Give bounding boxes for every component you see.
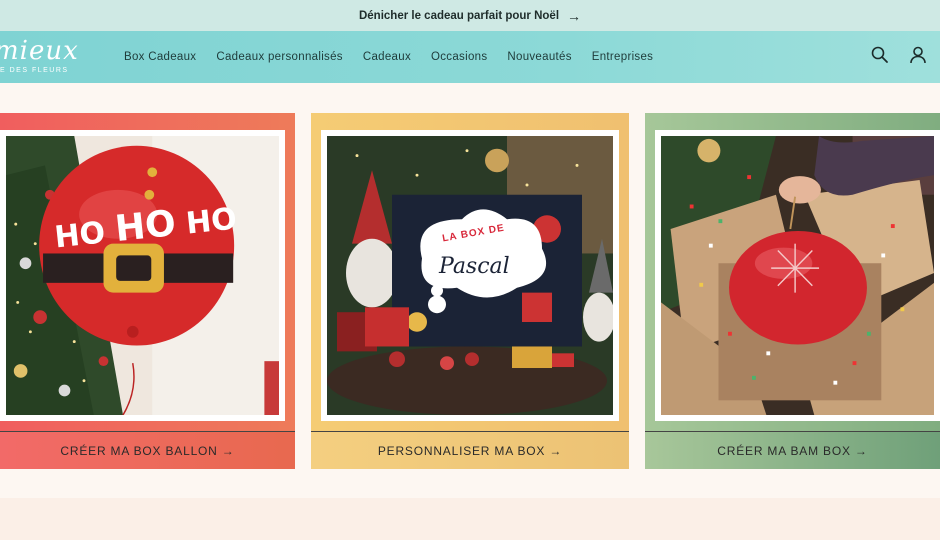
logo-tagline: E DES FLEURS	[0, 67, 69, 74]
card-frame: HO HO HO	[0, 113, 295, 431]
nav-item-nouveautes[interactable]: Nouveautés	[507, 51, 571, 63]
card-frame	[645, 113, 940, 431]
box-ballon-photo[interactable]: HO HO HO	[0, 130, 285, 421]
personnaliser-box-button[interactable]: PERSONNALISER MA BOX →	[311, 431, 629, 469]
main-navbar: mieux E DES FLEURS Box Cadeaux Cadeaux p…	[0, 31, 940, 83]
nav-item-cadeaux-personnalises[interactable]: Cadeaux personnalisés	[216, 51, 343, 63]
creer-bam-box-button[interactable]: CRÉER MA BAM BOX →	[645, 431, 940, 469]
nav-item-cadeaux[interactable]: Cadeaux	[363, 51, 411, 63]
user-icon[interactable]	[908, 45, 928, 65]
nav-item-entreprises[interactable]: Entreprises	[592, 51, 653, 63]
product-card-box-ballon[interactable]: HO HO HO CRÉER MA BOX BALLON →	[0, 113, 295, 469]
nav-item-occasions[interactable]: Occasions	[431, 51, 487, 63]
balloon-word-2: HO	[113, 202, 178, 251]
product-card-bam-box[interactable]: CRÉER MA BAM BOX →	[645, 113, 940, 469]
announcement-text[interactable]: Dénicher le cadeau parfait pour Noël	[359, 10, 559, 22]
main-menu: Box Cadeaux Cadeaux personnalisés Cadeau…	[124, 31, 653, 83]
box-name: Pascal	[439, 254, 510, 279]
announcement-bar[interactable]: Dénicher le cadeau parfait pour Noël →	[0, 0, 940, 31]
nav-icon-group	[870, 45, 928, 65]
card-frame: LA BOX DE Pascal	[311, 113, 629, 431]
bam-box-photo[interactable]	[655, 130, 940, 421]
arrow-right-icon: →	[567, 7, 582, 24]
search-icon[interactable]	[870, 45, 890, 65]
section-headline-strip	[0, 498, 940, 540]
brand-logo[interactable]: mieux E DES FLEURS	[0, 35, 95, 79]
balloon-word-3: HO	[184, 201, 239, 242]
personnaliser-box-photo[interactable]: LA BOX DE Pascal	[321, 130, 619, 421]
product-card-personnaliser-box[interactable]: LA BOX DE Pascal PERSONNALISER MA BOX →	[311, 113, 629, 469]
nav-item-box-cadeaux[interactable]: Box Cadeaux	[124, 51, 196, 63]
creer-box-ballon-button[interactable]: CRÉER MA BOX BALLON →	[0, 431, 295, 469]
logo-wordmark: mieux	[0, 36, 79, 66]
balloon-word-1: HO	[52, 215, 107, 256]
